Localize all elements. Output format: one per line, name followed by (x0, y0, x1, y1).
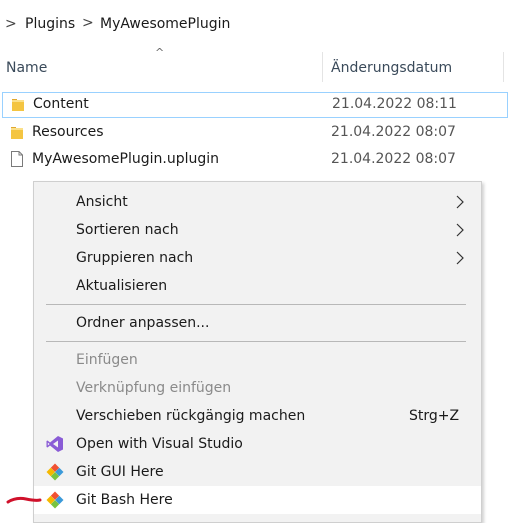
file-date: 21.04.2022 08:11 (332, 96, 457, 112)
menu-item-verknuepfung-einfuegen: Verknüpfung einfügen (34, 374, 481, 402)
menu-separator (46, 304, 466, 305)
menu-item-label: Git GUI Here (76, 464, 164, 480)
column-headers: ^ Name Änderungsdatum (0, 46, 512, 84)
file-name: Content (33, 96, 89, 112)
git-gui-icon (46, 463, 64, 481)
menu-item-ansicht[interactable]: Ansicht (34, 188, 481, 216)
document-icon (11, 151, 23, 167)
menu-item-label: Aktualisieren (76, 278, 168, 294)
menu-item-shortcut: Strg+Z (409, 408, 460, 424)
column-header-name[interactable]: Name (6, 60, 47, 76)
menu-item-sortieren-nach[interactable]: Sortieren nach (34, 216, 481, 244)
menu-item-label: Einfügen (76, 352, 138, 368)
file-row-content[interactable]: Content 21.04.2022 08:11 (2, 92, 508, 118)
breadcrumb-expand-icon[interactable]: > (5, 16, 17, 32)
menu-item-label: Open with Visual Studio (76, 436, 243, 452)
chevron-right-icon (456, 195, 464, 209)
menu-item-label: Ansicht (76, 194, 128, 210)
menu-separator (46, 341, 466, 342)
file-row-uplugin[interactable]: MyAwesomePlugin.uplugin 21.04.2022 08:07 (0, 147, 512, 173)
file-date: 21.04.2022 08:07 (331, 124, 456, 140)
menu-item-label: Git Bash Here (76, 492, 173, 508)
menu-item-open-visual-studio[interactable]: Open with Visual Studio (34, 430, 481, 458)
column-header-date[interactable]: Änderungsdatum (331, 60, 452, 76)
menu-item-gruppieren-nach[interactable]: Gruppieren nach (34, 244, 481, 272)
menu-item-git-gui-here[interactable]: Git GUI Here (34, 458, 481, 486)
file-date: 21.04.2022 08:07 (331, 151, 456, 167)
chevron-right-icon (456, 251, 464, 265)
menu-item-label: Verknüpfung einfügen (76, 380, 232, 396)
menu-item-label: Gruppieren nach (76, 250, 194, 266)
visual-studio-icon (46, 436, 63, 452)
column-divider[interactable] (322, 52, 323, 82)
menu-item-ordner-anpassen[interactable]: Ordner anpassen... (34, 309, 481, 337)
menu-item-label: Ordner anpassen... (76, 315, 210, 331)
menu-item-label: Verschieben rückgängig machen (76, 408, 306, 424)
git-bash-icon (46, 491, 64, 509)
annotation-mark (6, 496, 42, 504)
breadcrumb-item-myawesomeplugin[interactable]: MyAwesomePlugin (100, 16, 230, 32)
menu-item-aktualisieren[interactable]: Aktualisieren (34, 272, 481, 300)
menu-item-verschieben-rueckgaengig[interactable]: Verschieben rückgängig machen Strg+Z (34, 402, 481, 430)
chevron-right-icon (456, 223, 464, 237)
column-divider[interactable] (503, 52, 504, 82)
file-name: Resources (32, 124, 104, 140)
context-menu: Ansicht Sortieren nach Gruppieren nach A… (33, 181, 482, 523)
file-row-resources[interactable]: Resources 21.04.2022 08:07 (0, 120, 512, 146)
folder-icon (11, 127, 23, 139)
breadcrumb-item-plugins[interactable]: Plugins (25, 16, 75, 32)
sort-ascending-icon: ^ (155, 46, 165, 59)
breadcrumb: > Plugins > MyAwesomePlugin (0, 0, 512, 50)
menu-item-label: Sortieren nach (76, 222, 179, 238)
folder-icon (12, 99, 24, 111)
file-name: MyAwesomePlugin.uplugin (32, 151, 220, 167)
menu-item-git-bash-here[interactable]: Git Bash Here (34, 486, 481, 514)
breadcrumb-separator-icon[interactable]: > (82, 15, 94, 31)
menu-item-einfuegen: Einfügen (34, 346, 481, 374)
